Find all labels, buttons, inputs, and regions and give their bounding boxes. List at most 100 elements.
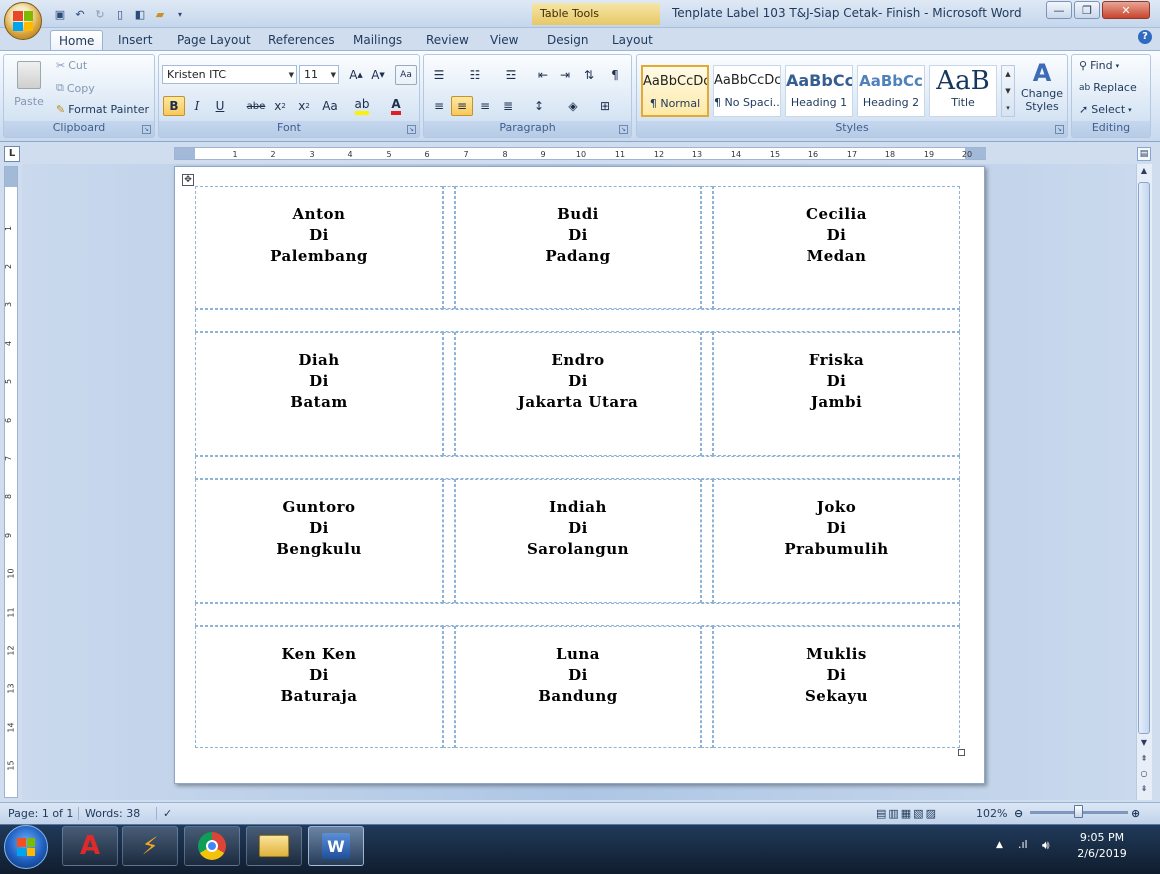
borders-icon[interactable]: ⊞ (594, 96, 616, 116)
scrollbar-thumb[interactable] (1138, 182, 1150, 734)
change-styles-button[interactable]: A Change Styles (1019, 59, 1065, 113)
highlight-icon[interactable]: ab (351, 96, 373, 116)
taskbar-winamp[interactable]: ⚡ (122, 826, 178, 866)
tab-design[interactable]: Design (539, 30, 596, 50)
zoom-slider-thumb[interactable] (1074, 805, 1083, 818)
align-center-icon[interactable]: ≡ (451, 96, 473, 116)
taskbar-acrobat[interactable]: A (62, 826, 118, 866)
label-cell[interactable]: Endro Di Jakarta Utara (455, 332, 701, 456)
tab-selector-button[interactable]: L (4, 146, 20, 162)
tab-view[interactable]: View (482, 30, 526, 50)
find-button[interactable]: ⚲ Find ▾ (1079, 59, 1119, 72)
tray-arrow-icon[interactable]: ▲ (996, 840, 1003, 850)
font-size-select[interactable]: 11 ▼ (299, 65, 339, 84)
font-launcher-icon[interactable]: ↘ (407, 125, 416, 134)
customize-qat-icon[interactable]: ▾ (172, 6, 188, 22)
clipboard-launcher-icon[interactable]: ↘ (142, 125, 151, 134)
zoom-level[interactable]: 102% (976, 807, 1007, 820)
strikethrough-icon[interactable]: abe (245, 96, 267, 116)
label-cell[interactable]: Luna Di Bandung (455, 626, 701, 748)
new-document-icon[interactable]: ▯ (112, 6, 128, 22)
tab-references[interactable]: References (260, 30, 343, 50)
view-ruler-icon[interactable]: ▤ (1137, 147, 1151, 161)
view-buttons-icon[interactable]: ▤▥▦▧▨ (876, 807, 938, 820)
label-cell[interactable]: Anton Di Palembang (195, 186, 443, 309)
zoom-in-icon[interactable]: ⊕ (1131, 807, 1140, 820)
label-cell[interactable]: Joko Di Prabumulih (713, 479, 960, 603)
style-no-spacing[interactable]: AaBbCcDc ¶ No Spaci... (713, 65, 781, 117)
change-case-icon[interactable]: Aa (319, 96, 341, 116)
label-cell[interactable]: Indiah Di Sarolangun (455, 479, 701, 603)
label-cell[interactable]: Diah Di Batam (195, 332, 443, 456)
tab-home[interactable]: Home (50, 30, 104, 50)
word-count[interactable]: Words: 38 (78, 807, 140, 820)
show-formatting-icon[interactable]: ¶ (604, 65, 626, 85)
font-family-select[interactable]: Kristen ITC ▼ (162, 65, 297, 84)
label-cell[interactable]: Budi Di Padang (455, 186, 701, 309)
sort-icon[interactable]: ⇅ (578, 65, 600, 85)
shrink-font-icon[interactable]: A ▼ (367, 65, 389, 85)
open-folder-icon[interactable]: ▰ (152, 6, 168, 22)
label-cell[interactable]: Cecilia Di Medan (713, 186, 960, 309)
redo-icon[interactable]: ↻ (92, 6, 108, 22)
grow-font-icon[interactable]: A ▲ (345, 65, 367, 85)
style-normal[interactable]: AaBbCcDc ¶ Normal (641, 65, 709, 117)
network-icon[interactable]: .ıl (1018, 838, 1028, 851)
styles-launcher-icon[interactable]: ↘ (1055, 125, 1064, 134)
page-count[interactable]: Page: 1 of 1 (8, 807, 73, 820)
font-color-icon[interactable]: A (385, 96, 407, 116)
numbering-icon[interactable]: ☷ (464, 65, 486, 85)
shading-icon[interactable]: ◈ (562, 96, 584, 116)
taskbar-explorer[interactable] (246, 826, 302, 866)
increase-indent-icon[interactable]: ⇥ (554, 65, 576, 85)
scroll-up-icon[interactable]: ▲ (1138, 166, 1150, 178)
format-painter-button[interactable]: ✎ Format Painter (56, 103, 149, 116)
style-heading-2[interactable]: AaBbCc Heading 2 (857, 65, 925, 117)
style-heading-1[interactable]: AaBbCc Heading 1 (785, 65, 853, 117)
line-spacing-icon[interactable]: ↕ (528, 96, 550, 116)
paste-button[interactable]: Paste (14, 59, 44, 113)
replace-button[interactable]: ab Replace (1079, 81, 1137, 94)
copy-button[interactable]: ⧉ Copy (56, 81, 95, 95)
tab-layout[interactable]: Layout (604, 30, 661, 50)
scroll-down-icon[interactable]: ▼ (1138, 738, 1150, 750)
volume-icon[interactable]: 🔊︎ (1042, 838, 1050, 853)
superscript-icon[interactable]: x2 (293, 96, 315, 116)
taskbar-chrome[interactable] (184, 826, 240, 866)
label-cell[interactable]: Friska Di Jambi (713, 332, 960, 456)
vertical-ruler[interactable]: 1 2 3 4 5 6 7 8 9 10 11 12 13 14 15 (4, 166, 18, 798)
undo-icon[interactable]: ↶ (72, 6, 88, 22)
justify-icon[interactable]: ≣ (497, 96, 519, 116)
restore-button[interactable]: ❐ (1074, 1, 1100, 19)
zoom-out-icon[interactable]: ⊖ (1014, 807, 1023, 820)
label-cell[interactable]: Muklis Di Sekayu (713, 626, 960, 748)
office-button[interactable] (4, 2, 42, 40)
label-cell[interactable]: Ken Ken Di Baturaja (195, 626, 443, 748)
start-button[interactable] (4, 825, 48, 869)
help-icon[interactable]: ? (1138, 30, 1152, 44)
bold-icon[interactable]: B (163, 96, 185, 116)
clear-formatting-icon[interactable]: Aa (395, 65, 417, 85)
italic-icon[interactable]: I (186, 96, 208, 116)
horizontal-ruler[interactable]: 1 2 3 4 5 6 7 8 9 10 11 12 13 14 15 16 1… (174, 147, 986, 160)
taskbar-word[interactable]: W (308, 826, 364, 866)
print-preview-icon[interactable]: ◧ (132, 6, 148, 22)
table-move-handle-icon[interactable]: ✥ (182, 174, 194, 186)
style-title[interactable]: AaB Title (929, 65, 997, 117)
tab-insert[interactable]: Insert (110, 30, 160, 50)
save-icon[interactable]: ▣ (52, 6, 68, 22)
label-cell[interactable]: Guntoro Di Bengkulu (195, 479, 443, 603)
tab-page-layout[interactable]: Page Layout (169, 30, 259, 50)
subscript-icon[interactable]: x2 (269, 96, 291, 116)
styles-gallery-scroll[interactable]: ▲ ▼ ▾ (1001, 65, 1015, 117)
underline-icon[interactable]: U (209, 96, 231, 116)
system-clock[interactable]: 9:05 PM 2/6/2019 (1070, 830, 1134, 862)
browse-object-icon[interactable]: ○ (1138, 769, 1150, 781)
next-page-icon[interactable]: ⇟ (1138, 784, 1150, 796)
multilevel-list-icon[interactable]: ☲ (500, 65, 522, 85)
tab-mailings[interactable]: Mailings (345, 30, 410, 50)
align-left-icon[interactable]: ≡ (428, 96, 450, 116)
align-right-icon[interactable]: ≡ (474, 96, 496, 116)
proofing-icon[interactable]: ✓ (156, 807, 172, 820)
select-button[interactable]: ➚ Select ▾ (1079, 103, 1132, 116)
